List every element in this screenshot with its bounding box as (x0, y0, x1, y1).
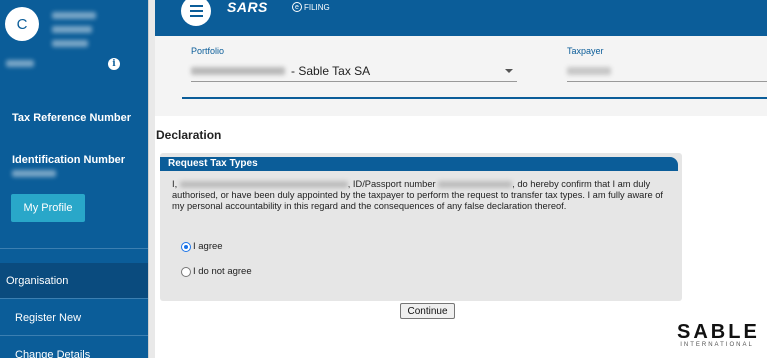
portfolio-label: Portfolio (191, 46, 225, 56)
efiling-label: FILING (304, 2, 330, 12)
user-name-redacted (52, 12, 122, 54)
efiling-e-icon: e (292, 2, 302, 12)
tax-reference-label: Tax Reference Number (12, 112, 132, 124)
identification-label: Identification Number (12, 154, 126, 166)
declaration-text-part1: I, (172, 179, 178, 189)
declaration-text: I, , ID/Passport number , do hereby conf… (172, 179, 676, 212)
efiling-logo[interactable]: e FILING (292, 2, 330, 12)
sidebar-item-change-details[interactable]: Change Details (0, 337, 148, 358)
continue-button[interactable]: Continue (400, 303, 455, 319)
panel-title: Request Tax Types (160, 157, 678, 171)
sidebar-item-register-new[interactable]: Register New (0, 300, 148, 336)
top-bar: SARS e FILING (155, 0, 767, 36)
sidebar: C i Tax Reference Number Identification … (0, 0, 148, 358)
taxpayer-field[interactable] (567, 60, 767, 82)
sable-logo-word: SABLE (677, 321, 760, 343)
page-title: Declaration (156, 128, 222, 142)
my-profile-button[interactable]: My Profile (11, 194, 85, 222)
sidebar-divider (0, 248, 148, 249)
info-icon[interactable]: i (108, 58, 120, 70)
agree-label: I agree (193, 241, 223, 252)
user-subtitle-redacted (6, 60, 34, 67)
sars-logo[interactable]: SARS (227, 0, 268, 15)
declarant-name-redacted (179, 181, 348, 189)
disagree-option[interactable]: I do not agree (181, 266, 252, 277)
portfolio-select[interactable]: - Sable Tax SA (191, 60, 517, 82)
band-divider (182, 97, 767, 99)
agree-radio[interactable] (181, 241, 191, 252)
chevron-down-icon (505, 69, 513, 73)
portfolio-band: Portfolio - Sable Tax SA Taxpayer (155, 36, 767, 116)
avatar[interactable]: C (5, 7, 39, 41)
sidebar-edge (148, 0, 155, 358)
sidebar-item-organisation[interactable]: Organisation (0, 263, 148, 299)
taxpayer-value-redacted (567, 66, 611, 75)
portfolio-value: - Sable Tax SA (291, 63, 371, 78)
hamburger-menu-icon[interactable] (181, 0, 211, 26)
sable-logo: SABLE INTERNATIONAL (677, 322, 757, 348)
taxpayer-label: Taxpayer (567, 46, 604, 56)
disagree-label: I do not agree (193, 266, 252, 277)
agree-option[interactable]: I agree (181, 241, 223, 252)
declaration-text-part2: , ID/Passport number (347, 179, 436, 189)
portfolio-code-redacted (191, 66, 285, 75)
disagree-radio[interactable] (181, 266, 191, 277)
id-number-redacted (438, 181, 513, 189)
request-tax-types-panel: Request Tax Types I, , ID/Passport numbe… (160, 153, 682, 301)
identification-value-redacted (12, 170, 56, 177)
sable-logo-sub: INTERNATIONAL (680, 342, 754, 348)
